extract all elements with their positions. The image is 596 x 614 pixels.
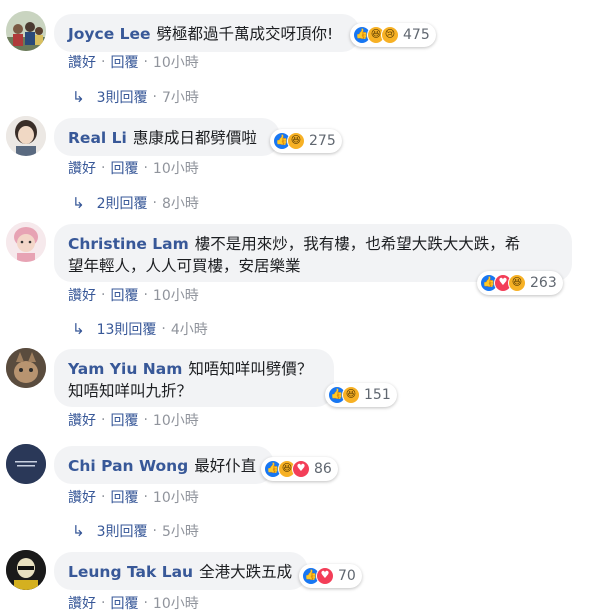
- comment-text: 全港大跌五成: [199, 563, 293, 581]
- comment-actions: 讚好 · 回覆 · 10小時: [68, 410, 199, 430]
- avatar[interactable]: [6, 550, 46, 590]
- replies-count[interactable]: 3則回覆: [97, 521, 148, 541]
- like-link[interactable]: 讚好: [68, 52, 96, 72]
- view-replies[interactable]: ↳ 3則回覆 · 5小時: [72, 521, 199, 541]
- replies-count[interactable]: 2則回覆: [97, 193, 148, 213]
- timestamp[interactable]: 10小時: [153, 487, 199, 507]
- reply-arrow-icon: ↳: [72, 320, 85, 338]
- comment-text-line1: 樓不是用來炒，我有樓，也希望大跌大大跌，希: [194, 235, 521, 253]
- like-link[interactable]: 讚好: [68, 593, 96, 613]
- comment-author[interactable]: Joyce Lee: [68, 25, 151, 43]
- haha-icon: 😆: [342, 386, 360, 404]
- reactions-summary[interactable]: 👍 😆 😢 475: [350, 23, 436, 47]
- separator: ·: [161, 321, 166, 337]
- haha-icon: 😆: [287, 132, 305, 150]
- sad-icon: 😢: [381, 26, 399, 44]
- timestamp[interactable]: 10小時: [153, 410, 199, 430]
- timestamp[interactable]: 10小時: [153, 285, 199, 305]
- reply-arrow-icon: ↳: [72, 522, 85, 540]
- replies-time: 5小時: [161, 524, 199, 540]
- comment-text: 惠康成日都劈價啦: [132, 129, 257, 147]
- comment-actions: 讚好 · 回覆 · 10小時: [68, 285, 199, 305]
- replies-time: 8小時: [161, 196, 199, 212]
- separator: ·: [152, 89, 157, 105]
- reply-link[interactable]: 回覆: [110, 593, 138, 613]
- separator: ·: [101, 54, 106, 70]
- like-link[interactable]: 讚好: [68, 487, 96, 507]
- reply-link[interactable]: 回覆: [110, 410, 138, 430]
- comment-bubble: Joyce Lee 劈極都過千萬成交呀頂你!: [54, 14, 360, 52]
- avatar[interactable]: [6, 11, 46, 51]
- timestamp[interactable]: 10小時: [153, 593, 199, 613]
- reaction-count: 263: [530, 275, 557, 291]
- separator: ·: [101, 287, 106, 303]
- reactions-summary[interactable]: 👍 😆 151: [325, 383, 397, 407]
- reply-arrow-icon: ↳: [72, 88, 85, 106]
- reply-link[interactable]: 回覆: [110, 158, 138, 178]
- separator: ·: [143, 412, 148, 428]
- reactions-summary[interactable]: 👍 😆 ♥ 86: [261, 457, 338, 481]
- like-link[interactable]: 讚好: [68, 285, 96, 305]
- comment-actions: 讚好 · 回覆 · 10小時: [68, 52, 199, 72]
- comment-bubble: Real Li 惠康成日都劈價啦: [54, 118, 280, 156]
- reaction-count: 86: [314, 461, 332, 477]
- avatar[interactable]: [6, 444, 46, 484]
- comment-bubble: Leung Tak Lau 全港大跌五成: [54, 552, 308, 590]
- comment-author[interactable]: Christine Lam: [68, 235, 189, 253]
- separator: ·: [143, 160, 148, 176]
- avatar[interactable]: [6, 222, 46, 262]
- separator: ·: [101, 489, 106, 505]
- view-replies[interactable]: ↳ 13則回覆 · 4小時: [72, 319, 208, 339]
- comment-bubble: Chi Pan Wong 最好仆直: [54, 446, 274, 484]
- comment-text-line2: 望年輕人，人人可買樓，安居樂業: [68, 257, 301, 275]
- separator: ·: [101, 160, 106, 176]
- reactions-summary[interactable]: 👍 ♥ 70: [299, 564, 362, 588]
- separator: ·: [143, 54, 148, 70]
- avatar[interactable]: [6, 348, 46, 388]
- reply-link[interactable]: 回覆: [110, 52, 138, 72]
- comment-author[interactable]: Real Li: [68, 129, 127, 147]
- view-replies[interactable]: ↳ 2則回覆 · 8小時: [72, 193, 199, 213]
- separator: ·: [101, 412, 106, 428]
- separator: ·: [152, 195, 157, 211]
- reaction-count: 475: [403, 27, 430, 43]
- separator: ·: [143, 489, 148, 505]
- reply-arrow-icon: ↳: [72, 194, 85, 212]
- separator: ·: [143, 287, 148, 303]
- view-replies[interactable]: ↳ 3則回覆 · 7小時: [72, 87, 199, 107]
- comment-bubble: Yam Yiu Nam 知唔知咩叫劈價？ 知唔知咩叫九折？: [54, 349, 334, 407]
- comment-author[interactable]: Chi Pan Wong: [68, 457, 188, 475]
- comment-actions: 讚好 · 回覆 · 10小時: [68, 158, 199, 178]
- love-icon: ♥: [292, 460, 310, 478]
- separator: ·: [143, 595, 148, 611]
- comment-author[interactable]: Leung Tak Lau: [68, 563, 193, 581]
- reply-link[interactable]: 回覆: [110, 487, 138, 507]
- reaction-count: 151: [364, 387, 391, 403]
- avatar[interactable]: [6, 116, 46, 156]
- comment-text: 劈極都過千萬成交呀頂你!: [156, 25, 334, 43]
- love-icon: ♥: [316, 567, 334, 585]
- reactions-summary[interactable]: 👍 ♥ 😆 263: [477, 271, 563, 295]
- reply-link[interactable]: 回覆: [110, 285, 138, 305]
- replies-count[interactable]: 13則回覆: [97, 319, 157, 339]
- replies-time: 4小時: [170, 322, 208, 338]
- reaction-count: 70: [338, 568, 356, 584]
- reaction-count: 275: [309, 133, 336, 149]
- like-link[interactable]: 讚好: [68, 158, 96, 178]
- reactions-summary[interactable]: 👍 😆 275: [270, 129, 342, 153]
- separator: ·: [101, 595, 106, 611]
- like-link[interactable]: 讚好: [68, 410, 96, 430]
- timestamp[interactable]: 10小時: [153, 158, 199, 178]
- comment-text-line2: 知唔知咩叫九折？: [68, 382, 193, 400]
- comment-text-line1: 知唔知咩叫劈價？: [188, 360, 313, 378]
- replies-time: 7小時: [161, 90, 199, 106]
- timestamp[interactable]: 10小時: [153, 52, 199, 72]
- haha-icon: 😆: [508, 274, 526, 292]
- separator: ·: [152, 523, 157, 539]
- replies-count[interactable]: 3則回覆: [97, 87, 148, 107]
- comment-author[interactable]: Yam Yiu Nam: [68, 360, 182, 378]
- comment-text: 最好仆直: [194, 457, 257, 475]
- comment-actions: 讚好 · 回覆 · 10小時: [68, 593, 199, 613]
- comment-actions: 讚好 · 回覆 · 10小時: [68, 487, 199, 507]
